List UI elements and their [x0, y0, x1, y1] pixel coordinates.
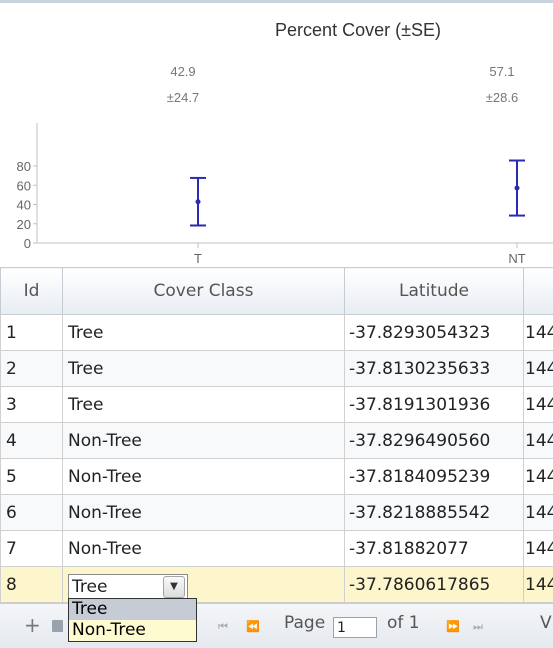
dropdown-option-tree[interactable]: Tree — [69, 599, 196, 620]
dropdown-option-non-tree[interactable]: Non-Tree — [69, 620, 196, 641]
chart-title: Percent Cover (±SE) — [275, 20, 441, 40]
cover-class-select-value: Tree — [72, 576, 108, 597]
last-page-icon[interactable]: ⏭ — [473, 620, 483, 634]
cell-id[interactable]: 5 — [0, 458, 63, 495]
cell-longitude[interactable]: 144 — [523, 386, 553, 423]
table-row[interactable]: 6 Non-Tree -37.8218885542 144 — [0, 494, 553, 531]
y-tick-label: 40 — [17, 198, 31, 213]
column-header-longitude[interactable] — [523, 267, 553, 315]
cell-cover-class[interactable]: Tree — [62, 350, 345, 387]
cell-longitude[interactable]: 144 — [523, 566, 553, 603]
table-row[interactable]: 5 Non-Tree -37.8184095239 144 — [0, 458, 553, 495]
add-icon[interactable]: + — [24, 613, 41, 637]
app-panel: Percent Cover (±SE) 0 20 40 60 80 T 42.9 ±24.7 N… — [0, 0, 553, 648]
cell-id[interactable]: 3 — [0, 386, 63, 423]
cell-id[interactable]: 4 — [0, 422, 63, 459]
cell-longitude[interactable]: 144 — [523, 350, 553, 387]
cell-cover-class[interactable]: Tree — [62, 386, 345, 423]
table-row[interactable]: 2 Tree -37.8130235633 144 — [0, 350, 553, 387]
cell-latitude[interactable]: -37.8184095239 — [344, 458, 524, 495]
data-label-error: ±24.7 — [167, 90, 199, 105]
cell-longitude[interactable]: 144 — [523, 458, 553, 495]
column-header-id[interactable]: Id — [0, 267, 63, 315]
table-row[interactable]: 4 Non-Tree -37.8296490560 144 — [0, 422, 553, 459]
column-header-cover-class[interactable]: Cover Class — [62, 267, 345, 315]
save-icon[interactable] — [52, 620, 63, 632]
y-tick-label: 80 — [17, 159, 31, 174]
data-label-value: 57.1 — [489, 64, 514, 79]
grid-header-row: Id Cover Class Latitude — [0, 267, 553, 315]
y-tick-label: 60 — [17, 178, 31, 193]
previous-page-icon[interactable]: ⏪ — [246, 620, 260, 633]
cell-longitude[interactable]: 144 — [523, 530, 553, 567]
percent-cover-chart: Percent Cover (±SE) 0 20 40 60 80 T 42.9 ±24.7 N… — [17, 20, 553, 266]
cell-id[interactable]: 7 — [0, 530, 63, 567]
cell-latitude[interactable]: -37.8130235633 — [344, 350, 524, 387]
column-header-latitude[interactable]: Latitude — [344, 267, 524, 315]
mean-point — [195, 199, 201, 205]
table-row[interactable]: 7 Non-Tree -37.81882077 144 — [0, 530, 553, 567]
cell-latitude[interactable]: -37.8218885542 — [344, 494, 524, 531]
cell-latitude[interactable]: -37.8293054323 — [344, 314, 524, 351]
first-page-icon[interactable]: ⏮ — [218, 620, 228, 634]
page-number-input[interactable] — [333, 617, 377, 638]
cell-cover-class[interactable]: Non-Tree — [62, 530, 345, 567]
data-label-value: 42.9 — [170, 64, 195, 79]
cell-id[interactable]: 2 — [0, 350, 63, 387]
page-label: Page — [284, 613, 326, 633]
cell-longitude[interactable]: 144 — [523, 422, 553, 459]
chart-plot-area: 0 20 40 60 80 T 42.9 ±24.7 NT 57.1 ±28.6 — [17, 64, 553, 266]
cell-latitude[interactable]: -37.81882077 — [344, 530, 524, 567]
cover-class-dropdown-list: Tree Non-Tree — [68, 598, 197, 642]
cell-latitude[interactable]: -37.8296490560 — [344, 422, 524, 459]
y-tick-label: 0 — [24, 236, 31, 251]
y-tick-label: 20 — [17, 217, 31, 232]
cell-cover-class[interactable]: Non-Tree — [62, 494, 345, 531]
cell-id[interactable]: 6 — [0, 494, 63, 531]
cell-cover-class[interactable]: Non-Tree — [62, 422, 345, 459]
page-count-label: of 1 — [387, 613, 420, 633]
cell-cover-class[interactable]: Non-Tree — [62, 458, 345, 495]
view-records-label: V — [540, 613, 552, 633]
cell-latitude[interactable]: -37.7860617865 — [344, 566, 524, 603]
table-row[interactable]: 3 Tree -37.8191301936 144 — [0, 386, 553, 423]
x-tick-label: NT — [508, 251, 525, 266]
data-label-error: ±28.6 — [486, 90, 518, 105]
next-page-icon[interactable]: ⏩ — [446, 620, 460, 633]
cell-longitude[interactable]: 144 — [523, 494, 553, 531]
table-row[interactable]: 1 Tree -37.8293054323 144 — [0, 314, 553, 351]
cover-class-select[interactable]: Tree ▼ — [68, 573, 188, 600]
cell-latitude[interactable]: -37.8191301936 — [344, 386, 524, 423]
mean-point — [514, 185, 520, 191]
chevron-down-icon[interactable]: ▼ — [163, 575, 185, 598]
x-tick-label: T — [194, 251, 202, 266]
cell-longitude[interactable]: 144 — [523, 314, 553, 351]
cell-id[interactable]: 1 — [0, 314, 63, 351]
cell-id[interactable]: 8 — [0, 566, 63, 603]
cell-cover-class[interactable]: Tree — [62, 314, 345, 351]
data-grid: Id Cover Class Latitude 1 Tree -37.82930… — [0, 267, 553, 603]
